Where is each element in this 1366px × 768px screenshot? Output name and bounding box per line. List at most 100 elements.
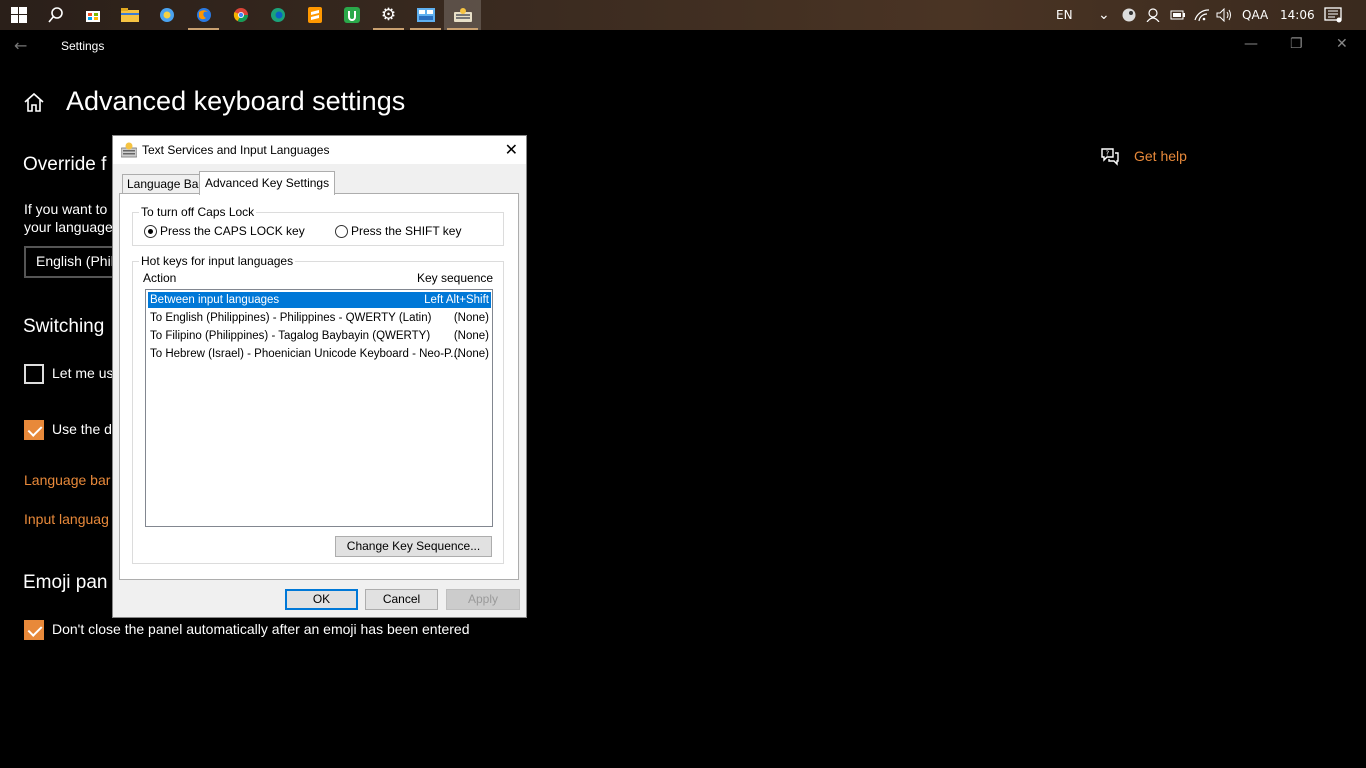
list-item-key: (None) [453, 348, 489, 360]
language-indicator-label: EN [1056, 8, 1073, 22]
taskbar-chrome[interactable] [222, 0, 259, 30]
update-icon [343, 7, 360, 23]
ok-button[interactable]: OK [285, 589, 358, 610]
folder-icon [120, 8, 139, 22]
list-item-action: Between input languages [150, 294, 280, 306]
emoji-checkbox[interactable] [24, 620, 44, 640]
close-icon: ✕ [504, 142, 518, 159]
taskbar-text-services[interactable] [444, 0, 481, 30]
clock[interactable]: 14:06 [1280, 0, 1315, 30]
tray-app[interactable] [1145, 0, 1161, 30]
tab-advanced-key-settings-label: Advanced Key Settings [205, 176, 330, 190]
store-icon [85, 11, 100, 22]
switching-heading: Switching [23, 316, 105, 337]
use-desktop-checkbox[interactable] [24, 420, 44, 440]
emoji-heading: Emoji pan [23, 572, 108, 593]
get-help-label: Get help [1134, 148, 1187, 164]
tray-wifi[interactable] [1194, 0, 1210, 30]
taskbar-control-panel[interactable] [407, 0, 444, 30]
home-icon[interactable] [22, 91, 46, 115]
list-item[interactable]: Between input languages Left Alt+Shift [148, 292, 491, 308]
action-column-header: Action [143, 271, 177, 285]
dialog-titlebar[interactable]: Text Services and Input Languages ✕ [113, 136, 526, 164]
override-text-line2: your language [24, 219, 113, 235]
minimize-icon: — [1244, 36, 1258, 52]
action-center-button[interactable] [1324, 0, 1342, 30]
emoji-checkbox-label: Don't close the panel automatically afte… [52, 621, 470, 637]
tray-user[interactable]: QAA [1242, 0, 1268, 30]
taskbar: ⚙ EN ⌄ QAA 14:06 [0, 0, 1366, 30]
notification-icon [1324, 7, 1342, 23]
taskbar-settings[interactable]: ⚙ [370, 0, 407, 30]
minimize-button[interactable]: — [1244, 36, 1258, 52]
start-button[interactable] [0, 0, 37, 30]
search-button[interactable] [37, 0, 74, 30]
taskbar-sublime[interactable] [296, 0, 333, 30]
language-indicator[interactable]: EN [1056, 0, 1073, 30]
taskbar-file-explorer[interactable] [111, 0, 148, 30]
cancel-button[interactable]: Cancel [365, 589, 438, 610]
list-item[interactable]: To Filipino (Philippines) - Tagalog Bayb… [148, 328, 491, 344]
key-column-header: Key sequence [417, 271, 494, 285]
list-item-action: To Hebrew (Israel) - Phoenician Unicode … [150, 348, 460, 360]
list-item-action: To Filipino (Philippines) - Tagalog Bayb… [150, 330, 431, 342]
list-item-key: Left Alt+Shift [424, 294, 489, 306]
taskbar-edge[interactable] [259, 0, 296, 30]
language-bar-options-link[interactable]: Language bar [24, 472, 110, 488]
restore-icon: ❐ [1290, 36, 1303, 52]
dialog-close-button[interactable]: ✕ [505, 140, 518, 160]
close-button[interactable]: ✕ [1336, 36, 1348, 52]
arrow-left-icon: ← [14, 36, 28, 55]
tray-volume[interactable] [1216, 0, 1234, 30]
tray-user-label: QAA [1242, 8, 1269, 22]
window-title: Settings [61, 39, 105, 53]
chevron-up-icon: ⌄ [1098, 7, 1110, 23]
shift-radio[interactable] [335, 225, 348, 238]
list-item-key: (None) [453, 330, 489, 342]
get-help-link[interactable]: ? Get help [1100, 146, 1187, 166]
taskbar-browser-app[interactable] [148, 0, 185, 30]
show-hidden-icons-button[interactable]: ⌄ [1098, 0, 1110, 30]
clock-time: 14:06 [1280, 8, 1315, 22]
override-combo-value: English (Phil [36, 253, 114, 269]
shift-radio-label: Press the SHIFT key [351, 224, 462, 238]
taskbar-firefox[interactable] [185, 0, 222, 30]
tray-battery[interactable] [1170, 0, 1186, 30]
tab-language-bar-label: Language Bar [127, 177, 203, 191]
sublime-icon [307, 7, 322, 23]
taskbar-green-app[interactable] [333, 0, 370, 30]
let-me-use-checkbox[interactable] [24, 364, 44, 384]
taskbar-store-app[interactable] [74, 0, 111, 30]
back-button[interactable]: ← [14, 36, 27, 55]
hotkeys-group-label: Hot keys for input languages [139, 254, 296, 268]
input-language-hotkeys-link[interactable]: Input languag [24, 511, 109, 527]
apply-button[interactable]: Apply [446, 589, 520, 610]
dialog-title: Text Services and Input Languages [142, 143, 330, 157]
use-desktop-label: Use the d [52, 421, 112, 437]
change-key-sequence-button[interactable]: Change Key Sequence... [335, 536, 492, 557]
close-icon: ✕ [1336, 36, 1348, 52]
override-heading: Override f [23, 154, 107, 175]
gear-icon: ⚙ [380, 5, 397, 25]
list-item[interactable]: To Hebrew (Israel) - Phoenician Unicode … [148, 346, 491, 362]
chrome-icon [233, 8, 248, 22]
override-text-line1: If you want to [24, 201, 108, 217]
list-item-key: (None) [453, 312, 489, 324]
page-title: Advanced keyboard settings [66, 86, 406, 116]
list-item[interactable]: To English (Philippines) - Philippines -… [148, 310, 491, 326]
caps-lock-radio[interactable] [144, 225, 157, 238]
search-icon [47, 7, 63, 23]
steam-icon [1122, 8, 1136, 22]
list-item-action: To English (Philippines) - Philippines -… [150, 312, 432, 324]
keyboard-icon [453, 8, 472, 22]
control-panel-icon [416, 8, 435, 22]
tray-steam[interactable] [1122, 0, 1136, 30]
caps-lock-radio-label: Press the CAPS LOCK key [160, 224, 305, 238]
maximize-button[interactable]: ❐ [1290, 36, 1303, 52]
hotkeys-list[interactable]: Between input languages Left Alt+Shift T… [145, 289, 493, 527]
windows-logo-icon [10, 7, 27, 23]
edge-icon [270, 8, 285, 22]
battery-icon [1170, 10, 1185, 20]
tab-advanced-key-settings[interactable]: Advanced Key Settings [199, 171, 336, 195]
tab-language-bar[interactable]: Language Bar [122, 174, 208, 194]
